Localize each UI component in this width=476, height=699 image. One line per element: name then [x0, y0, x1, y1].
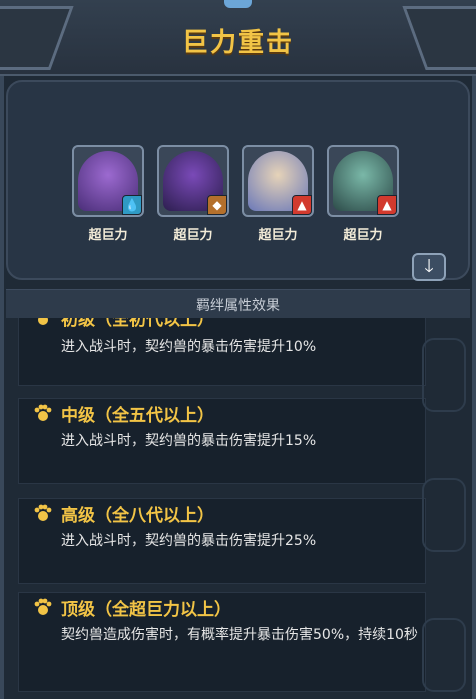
decorative-frame — [422, 338, 466, 412]
paw-icon — [34, 598, 52, 615]
expand-button[interactable]: 🡓 — [412, 253, 446, 281]
tier-desc: 契约兽造成伤害时，有概率提升暴击伤害50%，持续10秒 — [61, 627, 418, 643]
tier-item: 顶级（全超巨力以上） 契约兽造成伤害时，有概率提升暴击伤害50%，持续10秒 — [18, 592, 426, 692]
tier-desc: 进入战斗时，契约兽的暴击伤害提升15% — [61, 433, 317, 449]
paw-icon — [38, 318, 48, 325]
paw-icon — [34, 404, 52, 421]
effects-title: 羁绊属性效果 — [196, 298, 280, 314]
header-gem — [224, 0, 252, 8]
effects-list[interactable]: 初级（全初代以上） 进入战斗时，契约兽的暴击伤害提升10% 中级（全五代以上） … — [6, 318, 470, 699]
dialog-title: 巨力重击 — [181, 28, 294, 58]
tier-title: 初级（全初代以上） — [61, 318, 214, 330]
effects-header: 羁绊属性效果 — [6, 289, 470, 318]
arrow-down-icon: 🡓 — [424, 256, 434, 277]
beast-card-2[interactable]: ◆ — [157, 145, 229, 217]
tier-title: 中级（全五代以上） — [61, 406, 214, 426]
decorative-frame — [422, 618, 466, 692]
tier-item: 中级（全五代以上） 进入战斗时，契约兽的暴击伤害提升15% — [18, 398, 426, 484]
tier-desc: 进入战斗时，契约兽的暴击伤害提升25% — [61, 533, 317, 549]
tier-title: 顶级（全超巨力以上） — [61, 600, 231, 620]
decorative-frame — [422, 478, 466, 552]
tier-item: 高级（全八代以上） 进入战斗时，契约兽的暴击伤害提升25% — [18, 498, 426, 584]
beast-card-3[interactable]: ▲ — [242, 145, 314, 217]
card-label-4: 超巨力 — [343, 228, 383, 243]
fire-icon: ▲ — [292, 195, 312, 215]
earth-icon: ◆ — [207, 195, 227, 215]
fire-icon: ▲ — [377, 195, 397, 215]
dialog-header: 巨力重击 — [0, 0, 476, 76]
tier-item: 初级（全初代以上） 进入战斗时，契约兽的暴击伤害提升10% — [18, 318, 426, 386]
paw-icon — [34, 504, 52, 521]
tier-desc: 进入战斗时，契约兽的暴击伤害提升10% — [61, 339, 317, 355]
beast-card-4[interactable]: ▲ — [327, 145, 399, 217]
card-label-3: 超巨力 — [258, 228, 298, 243]
beast-card-1[interactable]: 💧 — [72, 145, 144, 217]
tier-title: 高级（全八代以上） — [61, 506, 214, 526]
card-label-2: 超巨力 — [173, 228, 213, 243]
card-label-1: 超巨力 — [88, 228, 128, 243]
water-icon: 💧 — [122, 195, 142, 215]
